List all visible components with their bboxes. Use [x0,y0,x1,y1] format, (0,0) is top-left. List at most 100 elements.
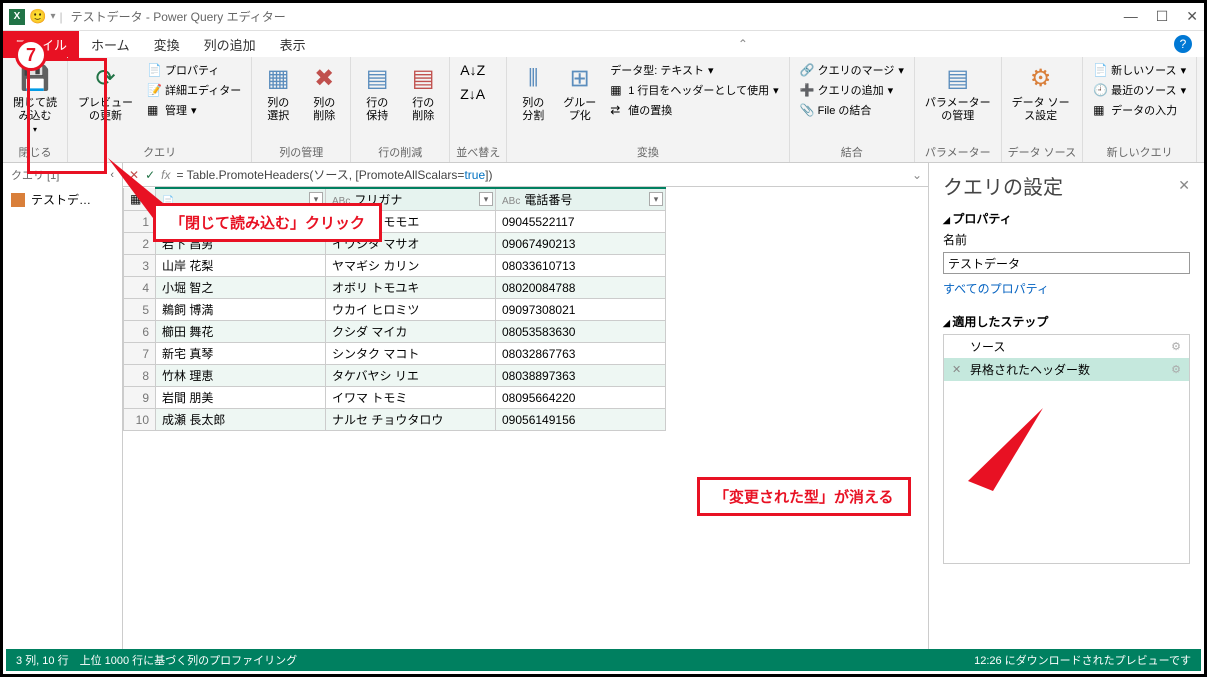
keep-rows-button[interactable]: ▤行の 保持 [357,61,397,125]
cell-tel[interactable]: 08038897363 [496,365,666,387]
cell-tel[interactable]: 09097308021 [496,299,666,321]
column-header-tel[interactable]: ABᴄ電話番号▾ [496,188,666,211]
replace-values-button[interactable]: ⇄値の置換 [606,101,782,119]
cell-tel[interactable]: 09067490213 [496,233,666,255]
table-row[interactable]: 9岩間 朋美イワマ トモミ08095664220 [124,387,666,409]
keep-rows-icon: ▤ [361,63,393,95]
cell-tel[interactable]: 08020084788 [496,277,666,299]
step-label: ソース [970,338,1005,355]
datatype-button[interactable]: データ型: テキスト ▾ [606,61,782,79]
params-icon: ▤ [942,63,974,95]
cell-name[interactable]: 竹林 理恵 [156,365,326,387]
table-row[interactable]: 6櫛田 舞花クシダ マイカ08053583630 [124,321,666,343]
split-column-button[interactable]: ⫴列の 分割 [513,61,553,125]
sort-desc-icon: Z↓A [460,86,485,102]
table-row[interactable]: 5鵜飼 博満ウカイ ヒロミツ09097308021 [124,299,666,321]
cell-name[interactable]: 小堀 智之 [156,277,326,299]
datasource-icon: ⚙ [1025,63,1057,95]
sort-desc-button[interactable]: Z↓A [456,85,489,103]
datasource-settings-button[interactable]: ⚙データ ソー ス設定 [1008,61,1074,125]
minimize-button[interactable]: ― [1124,8,1138,25]
choose-columns-button[interactable]: ▦列の 選択 [258,61,298,125]
cell-furigana[interactable]: オボリ トモユキ [326,277,496,299]
applied-step-item[interactable]: ✕ 昇格されたヘッダー数 ⚙ [944,358,1189,381]
recent-sources-button[interactable]: 🕘最近のソース ▾ [1089,81,1190,99]
first-row-header-button[interactable]: ▦1 行目をヘッダーとして使用 ▾ [606,81,782,99]
row-number: 10 [124,409,156,431]
cell-tel[interactable]: 08032867763 [496,343,666,365]
cell-tel[interactable]: 09056149156 [496,409,666,431]
cell-tel[interactable]: 09045522117 [496,211,666,233]
cell-furigana[interactable]: イワマ トモミ [326,387,496,409]
smiley-icon: 🙂 [29,8,46,25]
name-label: 名前 [943,231,1190,248]
cell-name[interactable]: 鵜飼 博満 [156,299,326,321]
group-close-label: 閉じる [9,142,61,160]
enter-data-button[interactable]: ▦データの入力 [1089,101,1190,119]
append-queries-button[interactable]: ➕クエリの追加 ▾ [796,81,908,99]
ribbon-collapse-icon[interactable]: ⌃ [738,37,748,51]
formula-expand-icon[interactable]: ⌄ [912,168,922,182]
cell-tel[interactable]: 08095664220 [496,387,666,409]
excel-icon: X [9,9,25,25]
close-window-button[interactable]: ✕ [1186,8,1198,25]
cell-furigana[interactable]: ナルセ チョウタロウ [326,409,496,431]
table-row[interactable]: 10成瀬 長太郎ナルセ チョウタロウ09056149156 [124,409,666,431]
annotation-number-badge: 7 [15,39,47,71]
tab-home[interactable]: ホーム [79,31,142,58]
cell-name[interactable]: 成瀬 長太郎 [156,409,326,431]
tab-addcolumn[interactable]: 列の追加 [192,31,268,58]
close-settings-icon[interactable]: ✕ [1178,177,1190,194]
cell-furigana[interactable]: クシダ マイカ [326,321,496,343]
new-source-button[interactable]: 📄新しいソース ▾ [1089,61,1190,79]
settings-title: クエリの設定 [943,171,1063,200]
close-and-load-button[interactable]: 💾 閉じて読 み込む ▾ [9,61,61,137]
cell-name[interactable]: 新宅 真琴 [156,343,326,365]
annotation-pointer-2 [963,403,1053,493]
gear-icon[interactable]: ⚙ [1171,340,1181,353]
filter-dropdown-icon[interactable]: ▾ [649,192,663,206]
groupby-button[interactable]: ⊞グルー プ化 [559,61,600,125]
remove-columns-button[interactable]: ✖列の 削除 [304,61,344,125]
cell-furigana[interactable]: シンタク マコト [326,343,496,365]
cell-furigana[interactable]: タケバヤシ リエ [326,365,496,387]
table-row[interactable]: 4小堀 智之オボリ トモユキ08020084788 [124,277,666,299]
query-name-input[interactable] [943,252,1190,274]
qat-dropdown-icon[interactable]: ▾ [50,11,55,22]
remove-rows-button[interactable]: ▤行の 削除 [403,61,443,125]
sort-asc-button[interactable]: A↓Z [456,61,489,79]
formula-text[interactable]: = Table.PromoteHeaders(ソース, [PromoteAllS… [176,166,905,183]
manage-parameters-button[interactable]: ▤パラメーター の管理 [921,61,995,125]
cell-furigana[interactable]: ウカイ ヒロミツ [326,299,496,321]
cell-furigana[interactable]: ヤマギシ カリン [326,255,496,277]
separator: | [59,10,62,24]
cell-tel[interactable]: 08053583630 [496,321,666,343]
tab-view[interactable]: 表示 [268,31,318,58]
row-number: 5 [124,299,156,321]
delete-step-icon[interactable]: ✕ [952,363,964,376]
applied-step-item[interactable]: ソース ⚙ [944,335,1189,358]
cell-name[interactable]: 岩間 朋美 [156,387,326,409]
filter-dropdown-icon[interactable]: ▾ [479,192,493,206]
step-label: 昇格されたヘッダー数 [970,361,1090,378]
tab-transform[interactable]: 変換 [142,31,192,58]
manage-button[interactable]: ▦管理 ▾ [143,101,245,119]
properties-button[interactable]: 📄プロパティ [143,61,245,79]
group-combine-label: 結合 [796,142,908,160]
help-button[interactable]: ? [1174,35,1192,53]
advanced-editor-button[interactable]: 📝詳細エディター [143,81,245,99]
table-row[interactable]: 8竹林 理恵タケバヤシ リエ08038897363 [124,365,666,387]
all-properties-link[interactable]: すべてのプロパティ [943,280,1190,297]
cell-tel[interactable]: 08033610713 [496,255,666,277]
gear-icon[interactable]: ⚙ [1171,363,1181,376]
refresh-preview-button[interactable]: ⟳ プレビュー の更新 [74,61,137,125]
restore-button[interactable]: ☐ [1156,8,1169,25]
table-icon [11,193,25,207]
combine-files-button[interactable]: 📎File の結合 [796,101,908,119]
cell-name[interactable]: 櫛田 舞花 [156,321,326,343]
cell-name[interactable]: 山岸 花梨 [156,255,326,277]
table-row[interactable]: 3山岸 花梨ヤマギシ カリン08033610713 [124,255,666,277]
table-row[interactable]: 7新宅 真琴シンタク マコト08032867763 [124,343,666,365]
merge-queries-button[interactable]: 🔗クエリのマージ ▾ [796,61,908,79]
append-icon: ➕ [800,83,814,97]
